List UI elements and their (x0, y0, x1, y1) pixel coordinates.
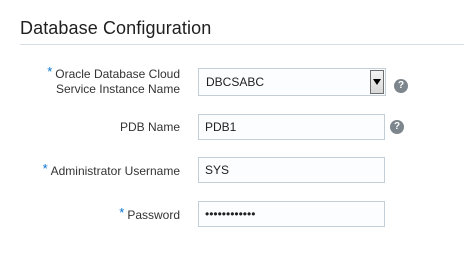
section-divider (20, 44, 464, 45)
database-configuration-panel: Database Configuration * Oracle Database … (0, 0, 468, 257)
admin-username-label: * Administrator Username (42, 161, 180, 179)
admin-username-input[interactable] (198, 157, 385, 183)
required-indicator: * (42, 161, 48, 176)
question-circle-icon[interactable]: ? (394, 79, 408, 93)
password-input[interactable] (198, 201, 385, 227)
chevron-down-icon[interactable] (370, 70, 384, 94)
pdb-name-label: PDB Name (119, 120, 180, 134)
password-label: * Password (119, 205, 180, 223)
instance-name-selected-value: DBCSABC (206, 75, 265, 89)
required-indicator: * (119, 205, 125, 220)
admin-username-label-text: Administrator Username (50, 164, 180, 178)
instance-name-label-line1: Oracle Database Cloud (55, 67, 180, 81)
instance-name-select[interactable]: DBCSABC (198, 68, 386, 96)
section-title: Database Configuration (20, 18, 212, 38)
instance-name-label: * Oracle Database Cloud Service Instance … (47, 64, 180, 97)
instance-name-label-line2: Service Instance Name (55, 82, 180, 96)
password-label-text: Password (127, 208, 180, 222)
question-circle-icon[interactable]: ? (390, 120, 404, 134)
pdb-name-input[interactable] (198, 114, 385, 140)
required-indicator: * (47, 64, 53, 79)
